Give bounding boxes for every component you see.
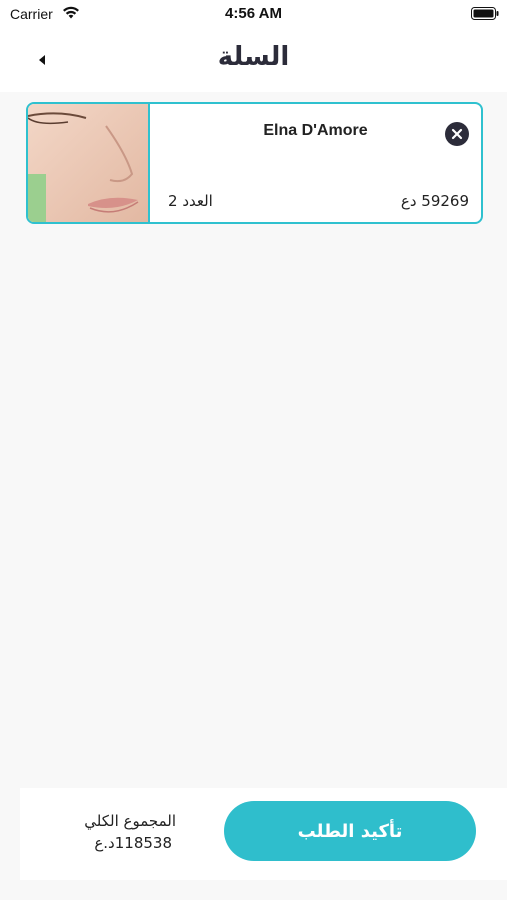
item-quantity: العدد 2 (168, 192, 213, 210)
total-label: المجموع الكلي (84, 812, 176, 830)
status-time: 4:56 AM (225, 5, 282, 22)
page-title: السلة (217, 42, 290, 72)
item-price: 59269 دع (400, 192, 469, 210)
status-bar: Carrier 4:56 AM (0, 0, 507, 28)
remove-item-button[interactable] (445, 122, 469, 146)
cart-item[interactable]: Elna D'Amore العدد 2 59269 دع (26, 102, 483, 224)
header: السلة (0, 28, 507, 92)
product-image (28, 104, 150, 222)
footer-bar: تأكيد الطلب المجموع الكلي 118538د.ع (20, 788, 507, 880)
product-name: Elna D'Amore (263, 122, 368, 139)
confirm-order-button[interactable]: تأكيد الطلب (224, 801, 476, 861)
total-value: 118538د.ع (94, 834, 172, 852)
battery-icon (471, 7, 499, 20)
face-photo-icon (28, 104, 148, 222)
close-circle-icon (451, 128, 463, 140)
